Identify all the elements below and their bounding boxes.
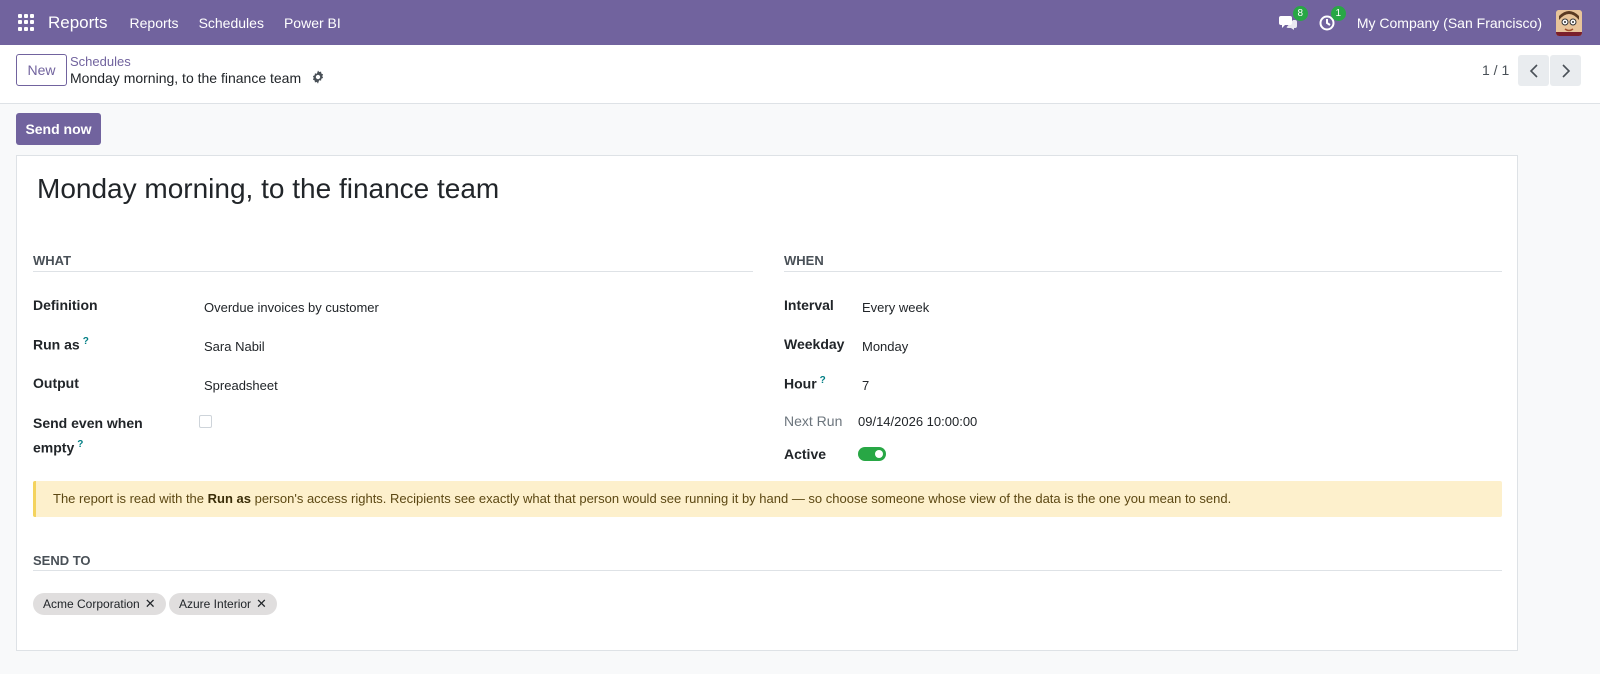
breadcrumb-current-record: Monday morning, to the finance team	[70, 70, 302, 86]
menu-reports[interactable]: Reports	[130, 15, 179, 31]
send-even-when-empty-label: Send even when empty?	[33, 413, 143, 459]
section-when-divider	[784, 271, 1502, 272]
run-as-info-alert: The report is read with the Run as perso…	[33, 481, 1502, 517]
help-icon[interactable]: ?	[83, 336, 89, 347]
systray: 8 1 My Company (San Francisco)	[1278, 0, 1600, 45]
run-as-label: Run as?	[33, 336, 89, 353]
active-label: Active	[784, 446, 827, 462]
section-what-title: WHAT	[33, 253, 72, 268]
activities-count-badge: 1	[1330, 5, 1346, 21]
send-even-when-empty-label-line2: empty?	[33, 434, 143, 459]
hour-label-text: Hour	[784, 375, 817, 392]
output-label: Output	[33, 375, 79, 391]
user-avatar[interactable]	[1556, 9, 1582, 36]
menu-power-bi[interactable]: Power BI	[284, 15, 341, 31]
section-when-title: WHEN	[784, 253, 824, 268]
company-switcher[interactable]: My Company (San Francisco)	[1357, 15, 1542, 31]
alert-text-bold: Run as	[207, 491, 251, 506]
next-run-value: 09/14/2026 10:00:00	[858, 414, 978, 429]
send-even-when-empty-label-line1: Send even when	[33, 415, 143, 431]
pager-previous-button[interactable]	[1518, 55, 1549, 86]
section-send-to-divider	[33, 570, 1502, 571]
new-button[interactable]: New	[16, 54, 67, 86]
recipient-tag[interactable]: Acme Corporation ✕	[33, 593, 166, 615]
activities-button[interactable]: 1	[1319, 5, 1346, 31]
recipient-tag[interactable]: Azure Interior ✕	[169, 593, 277, 615]
remove-tag-icon[interactable]: ✕	[145, 596, 156, 612]
help-icon[interactable]: ?	[77, 439, 83, 450]
section-what-divider	[33, 271, 753, 272]
control-panel: New Schedules Monday morning, to the fin…	[0, 45, 1600, 104]
weekday-field[interactable]: Monday	[862, 339, 908, 354]
recipient-tag-label: Acme Corporation	[43, 597, 140, 611]
breadcrumb-schedules[interactable]: Schedules	[70, 54, 131, 69]
definition-label: Definition	[33, 297, 98, 313]
alert-text-before: The report is read with the	[53, 491, 208, 506]
record-title[interactable]: Monday morning, to the finance team	[37, 173, 499, 205]
active-toggle[interactable]	[858, 447, 886, 461]
run-as-field[interactable]: Sara Nabil	[204, 339, 265, 354]
gear-icon[interactable]	[311, 70, 325, 84]
app-name[interactable]: Reports	[48, 13, 108, 33]
output-field[interactable]: Spreadsheet	[204, 378, 278, 393]
help-icon[interactable]: ?	[820, 375, 826, 386]
chevron-right-icon	[1561, 63, 1570, 78]
top-navbar: Reports Reports Schedules Power BI 8 1 M…	[0, 0, 1600, 45]
weekday-label: Weekday	[784, 336, 845, 352]
chevron-left-icon	[1529, 63, 1538, 78]
send-now-button[interactable]: Send now	[16, 113, 101, 145]
next-run-label: Next Run	[784, 413, 843, 429]
pager-next-button[interactable]	[1550, 55, 1581, 86]
interval-field[interactable]: Every week	[862, 300, 929, 315]
run-as-label-text: Run as	[33, 336, 80, 353]
remove-tag-icon[interactable]: ✕	[256, 596, 267, 612]
alert-text-after: person's access rights. Recipients see e…	[250, 491, 1232, 506]
send-even-when-empty-label-text: empty	[33, 439, 75, 456]
send-even-when-empty-checkbox[interactable]	[199, 415, 212, 428]
form-sheet: Monday morning, to the finance team WHAT…	[16, 155, 1518, 651]
section-send-to-title: SEND TO	[33, 553, 91, 568]
interval-label: Interval	[784, 297, 834, 313]
recipient-tag-label: Azure Interior	[179, 597, 252, 611]
hour-field[interactable]: 7	[862, 378, 869, 393]
messages-button[interactable]: 8	[1278, 5, 1308, 31]
pager-value[interactable]: 1 / 1	[1482, 62, 1509, 78]
messages-count-badge: 8	[1292, 5, 1308, 21]
menu-schedules[interactable]: Schedules	[199, 15, 264, 31]
apps-menu-icon[interactable]	[18, 13, 36, 32]
hour-label: Hour?	[784, 375, 826, 392]
definition-field[interactable]: Overdue invoices by customer	[204, 300, 379, 315]
